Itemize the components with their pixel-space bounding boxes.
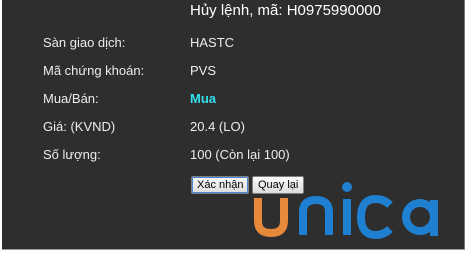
stock-code-value: PVS [190,63,217,78]
price-value: 20.4 (LO) [190,119,245,134]
page-title: Hủy lệnh, mã: H0975990000 [190,2,381,19]
confirm-button[interactable]: Xác nhận [191,176,250,194]
quantity-value: 100 (Còn lại 100) [190,147,290,162]
exchange-value: HASTC [190,35,235,50]
screen: Hủy lệnh, mã: H0975990000 Sàn giao dịch:… [0,0,467,255]
unica-logo [254,182,438,240]
quantity-label: Số lượng: [43,147,101,162]
side-label: Mua/Bán: [43,91,99,106]
price-label: Giá: (KVND) [43,119,116,134]
stock-code-label: Mã chứng khoán: [43,63,145,78]
exchange-label: Sàn giao dịch: [43,35,126,50]
side-value: Mua [190,91,216,106]
